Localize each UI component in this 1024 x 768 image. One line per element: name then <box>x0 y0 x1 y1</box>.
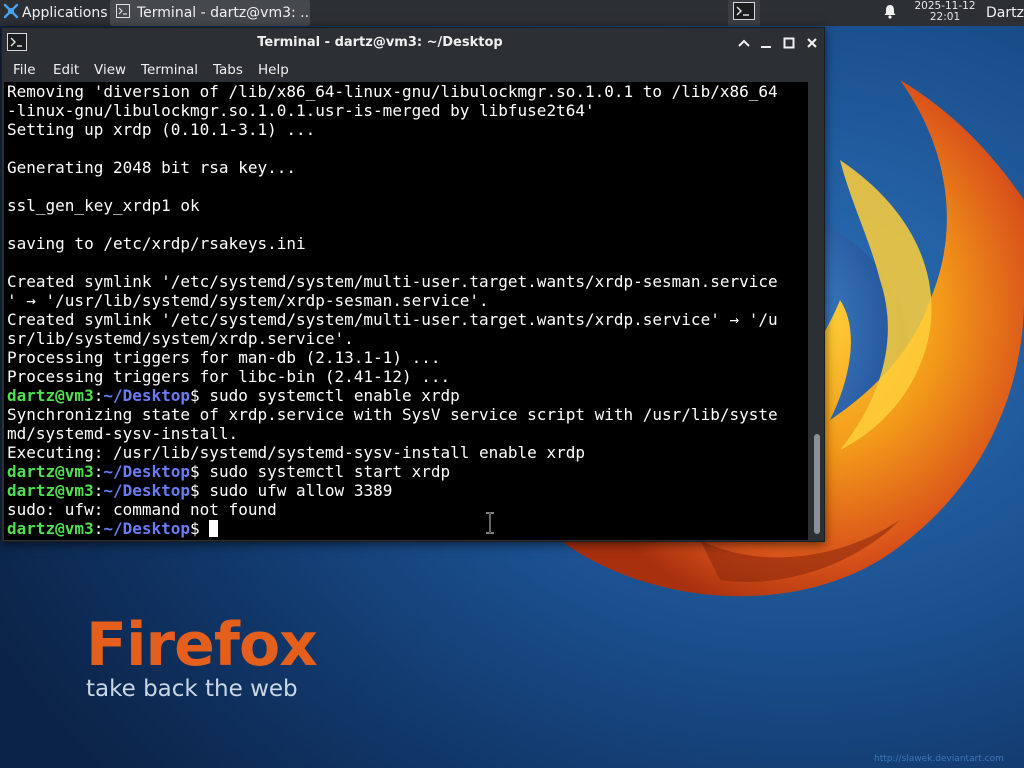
menu-file[interactable]: File <box>13 58 36 82</box>
terminal-icon <box>733 2 755 24</box>
taskbar-terminal-button[interactable]: Terminal - dartz@vm3: ... <box>110 0 310 26</box>
terminal-prompt-line: dartz@vm3:~/Desktop$ <box>7 519 778 538</box>
window-titlebar[interactable]: Terminal - dartz@vm3: ~/Desktop <box>2 28 824 58</box>
minimize-icon <box>761 46 771 48</box>
wallpaper-credit: http://slawek.deviantart.com <box>874 754 1004 764</box>
menu-tabs[interactable]: Tabs <box>213 58 243 82</box>
bell-icon <box>883 4 897 23</box>
top-panel: Applications ⋮ Terminal - dartz@vm3: ... <box>0 0 1024 26</box>
terminal-output-line: sr/lib/systemd/system/xrdp.service'. <box>7 329 354 348</box>
menu-terminal[interactable]: Terminal <box>141 58 198 82</box>
prompt-dollar: $ <box>190 519 200 538</box>
text-cursor-ibeam-icon <box>484 512 496 538</box>
prompt-separator: : <box>93 481 104 500</box>
maximize-button[interactable] <box>781 35 797 51</box>
terminal-prompt-line: dartz@vm3:~/Desktop$ sudo systemctl star… <box>7 462 778 481</box>
wallpaper-logo-text: Firefox take back the web <box>86 610 318 702</box>
taskbar-terminal-label: Terminal - dartz@vm3: ... <box>137 5 310 21</box>
terminal-cursor <box>209 520 219 537</box>
terminal-output-line: Created symlink '/etc/systemd/system/mul… <box>7 272 778 291</box>
wallpaper-title: Firefox <box>86 610 318 680</box>
notifications-button[interactable] <box>876 0 904 26</box>
applications-menu-button[interactable]: Applications ⋮ <box>0 0 123 26</box>
terminal-text: Removing 'diversion of /lib/x86_64-linux… <box>7 82 778 538</box>
terminal-output-line: Setting up xrdp (0.10.1-3.1) ... <box>7 120 316 139</box>
wallpaper-tagline: take back the web <box>86 676 298 702</box>
clock-time: 22:01 <box>929 11 961 23</box>
prompt-dollar: $ <box>190 462 200 481</box>
shade-button[interactable] <box>736 35 752 51</box>
prompt-path: ~/Desktop <box>103 386 191 405</box>
menu-view[interactable]: View <box>94 58 126 82</box>
terminal-output-line: Processing triggers for man-db (2.13.1-1… <box>7 348 441 367</box>
prompt-dollar: $ <box>190 481 200 500</box>
terminal-output-line: -linux-gnu/libulockmgr.so.1.0.1.usr-is-m… <box>7 101 595 120</box>
terminal-output-line: ssl_gen_key_xrdp1 ok <box>7 196 200 215</box>
terminal-output-line: ' → '/usr/lib/systemd/system/xrdp-sesman… <box>7 291 489 310</box>
terminal-output-line: Removing 'diversion of /lib/x86_64-linux… <box>7 82 778 101</box>
terminal-output-line: Created symlink '/etc/systemd/system/mul… <box>7 310 778 329</box>
prompt-command: sudo systemctl enable xrdp <box>199 386 460 405</box>
prompt-path: ~/Desktop <box>103 462 191 481</box>
terminal-output-line: Executing: /usr/lib/systemd/systemd-sysv… <box>7 443 585 462</box>
terminal-output-line: Synchronizing state of xrdp.service with… <box>7 405 778 424</box>
xfce-mouse-icon <box>3 3 19 23</box>
terminal-icon <box>116 4 130 22</box>
prompt-user: dartz@vm3 <box>7 462 94 481</box>
window-menubar: File Edit View Terminal Tabs Help <box>2 58 824 82</box>
terminal-scrollbar[interactable] <box>810 82 824 540</box>
panel-clock[interactable]: 2025-11-12 22:01 <box>906 1 984 23</box>
chevron-up-icon <box>738 39 750 47</box>
terminal-output-line: md/systemd-sysv-install. <box>7 424 239 443</box>
scrollbar-thumb[interactable] <box>814 434 820 534</box>
window-title: Terminal - dartz@vm3: ~/Desktop <box>257 35 503 50</box>
user-menu-label: Dartz <box>986 5 1024 21</box>
prompt-command: sudo ufw allow 3389 <box>199 481 393 500</box>
terminal-output-line: sudo: ufw: command not found <box>7 500 277 519</box>
applications-menu-label: Applications <box>22 5 108 21</box>
close-icon <box>807 38 817 48</box>
terminal-output-line: saving to /etc/xrdp/rsakeys.ini <box>7 234 306 253</box>
prompt-path: ~/Desktop <box>103 481 191 500</box>
terminal-output-line: Processing triggers for libc-bin (2.41-1… <box>7 367 451 386</box>
user-menu-button[interactable]: Dartz <box>986 0 1024 26</box>
prompt-separator: : <box>93 462 104 481</box>
prompt-dollar: $ <box>190 386 200 405</box>
prompt-separator: : <box>93 386 104 405</box>
prompt-user: dartz@vm3 <box>7 481 94 500</box>
prompt-command: sudo systemctl start xrdp <box>199 462 451 481</box>
terminal-window: Terminal - dartz@vm3: ~/Desktop File Edi… <box>1 27 825 542</box>
menu-help[interactable]: Help <box>258 58 289 82</box>
terminal-output-area[interactable]: Removing 'diversion of /lib/x86_64-linux… <box>4 82 808 540</box>
prompt-user: dartz@vm3 <box>7 386 94 405</box>
panel-terminal-launcher[interactable] <box>728 0 760 26</box>
menu-edit[interactable]: Edit <box>53 58 79 82</box>
terminal-output-line: Generating 2048 bit rsa key... <box>7 158 296 177</box>
prompt-user: dartz@vm3 <box>7 519 94 538</box>
minimize-button[interactable] <box>758 35 774 51</box>
maximize-icon <box>783 37 795 49</box>
prompt-command <box>200 519 210 538</box>
prompt-path: ~/Desktop <box>103 519 191 538</box>
prompt-separator: : <box>93 519 104 538</box>
terminal-prompt-line: dartz@vm3:~/Desktop$ sudo systemctl enab… <box>7 386 778 405</box>
terminal-prompt-line: dartz@vm3:~/Desktop$ sudo ufw allow 3389 <box>7 481 778 500</box>
close-button[interactable] <box>804 35 820 51</box>
